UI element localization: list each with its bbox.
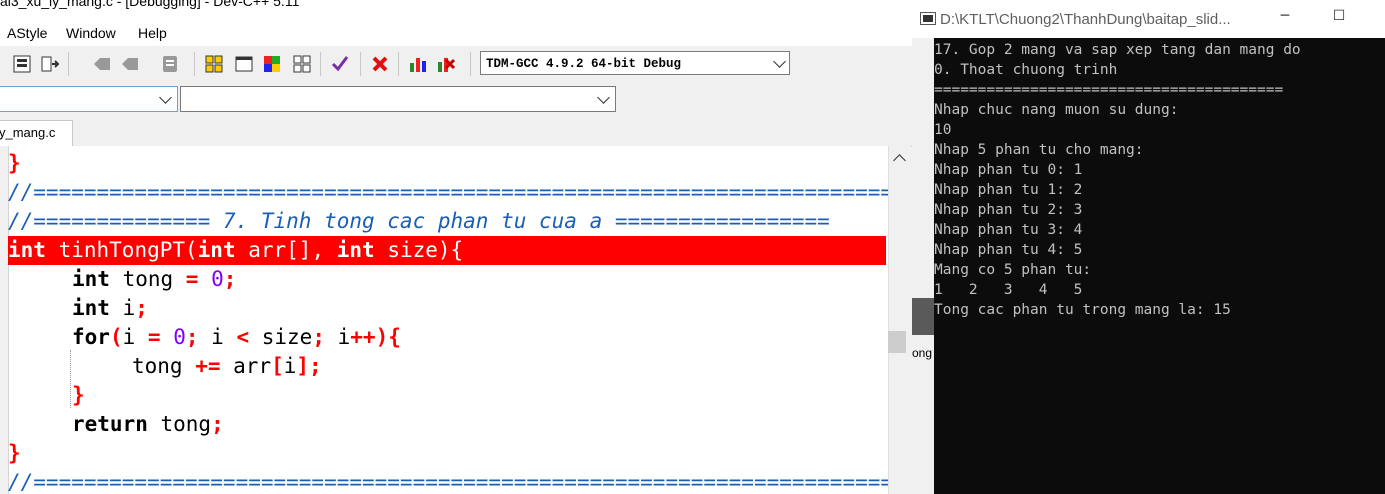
delete-profile-icon[interactable] bbox=[436, 54, 456, 74]
background-window-strip: ong bbox=[912, 38, 934, 494]
code-line: } bbox=[72, 383, 85, 407]
editor-tab-label: y_mang.c bbox=[0, 125, 56, 140]
background-text: ong bbox=[912, 346, 933, 360]
chevron-down-icon bbox=[159, 91, 172, 104]
code-line: tong += arr[i]; bbox=[132, 354, 322, 378]
chevron-up-icon[interactable] bbox=[893, 154, 906, 167]
console-line: Nhap 5 phan tu cho mang: bbox=[934, 142, 1144, 158]
console-output[interactable]: 17. Gop 2 mang va sap xep tang dan mang … bbox=[934, 38, 1385, 494]
tile-windows-icon[interactable] bbox=[204, 54, 224, 74]
toolbar-separator bbox=[194, 52, 195, 76]
function-combobox[interactable] bbox=[180, 86, 616, 112]
step-back-icon[interactable] bbox=[92, 54, 112, 74]
toolbar-separator bbox=[360, 52, 361, 76]
console-line: Nhap phan tu 2: 3 bbox=[934, 202, 1083, 218]
code-line: //============== 7. Tinh tong cac phan t… bbox=[8, 209, 830, 233]
console-line: ======================================== bbox=[934, 82, 1284, 98]
profile-chart-icon[interactable] bbox=[408, 54, 428, 74]
compiler-select-value: TDM-GCC 4.9.2 64-bit Debug bbox=[486, 57, 682, 71]
code-line: return tong; bbox=[72, 412, 224, 436]
code-line: int i; bbox=[72, 296, 148, 320]
window-icon[interactable] bbox=[234, 54, 254, 74]
main-toolbar: TDM-GCC 4.9.2 64-bit Debug bbox=[0, 46, 912, 83]
ide-window-title: ai3_xu_ly_mang.c - [Debugging] - Dev-C++… bbox=[0, 0, 300, 9]
console-window: D:\KTLT\Chuong2\ThanhDung\baitap_slid...… bbox=[912, 0, 1385, 494]
console-line: Nhap phan tu 1: 2 bbox=[934, 182, 1083, 198]
class-combobox[interactable] bbox=[0, 86, 178, 112]
console-line: Tong cac phan tu trong mang la: 15 bbox=[934, 302, 1231, 318]
toolbar-separator bbox=[68, 52, 69, 76]
colors-icon[interactable] bbox=[262, 54, 282, 74]
menu-astyle[interactable]: AStyle bbox=[7, 25, 47, 41]
code-editor[interactable]: } //====================================… bbox=[0, 146, 888, 494]
stop-icon[interactable] bbox=[370, 54, 390, 74]
ide-title-bar: ai3_xu_ly_mang.c - [Debugging] - Dev-C++… bbox=[0, 0, 912, 18]
editor-scroll-thumb[interactable] bbox=[888, 331, 906, 353]
console-window-title: D:\KTLT\Chuong2\ThanhDung\baitap_slid... bbox=[940, 11, 1231, 28]
maximize-icon[interactable]: ☐ bbox=[1324, 8, 1354, 30]
background-thumbnail bbox=[912, 298, 934, 335]
check-syntax-icon[interactable] bbox=[330, 54, 350, 74]
class-toolbar bbox=[0, 82, 912, 118]
chevron-down-icon bbox=[773, 55, 786, 68]
console-line: Nhap phan tu 3: 4 bbox=[934, 222, 1083, 238]
chevron-down-icon bbox=[597, 91, 610, 104]
compiler-select[interactable]: TDM-GCC 4.9.2 64-bit Debug bbox=[480, 51, 790, 75]
code-line: } bbox=[8, 151, 21, 175]
console-line: 17. Gop 2 mang va sap xep tang dan mang … bbox=[934, 42, 1301, 58]
minimize-icon[interactable]: ─ bbox=[1270, 8, 1300, 30]
fullscreen-icon[interactable] bbox=[40, 54, 60, 74]
menu-bar: AStyle Window Help bbox=[0, 18, 912, 46]
toggle-panel-icon[interactable] bbox=[12, 54, 32, 74]
menu-window[interactable]: Window bbox=[66, 25, 116, 41]
console-line: 10 bbox=[934, 122, 952, 138]
code-line: int tong = 0; bbox=[72, 267, 237, 291]
minimize-icon[interactable]: ─ bbox=[752, 0, 782, 6]
code-line: for(i = 0; i < size; i++){ bbox=[72, 325, 401, 349]
editor-vertical-scrollbar[interactable] bbox=[888, 146, 911, 494]
grid-icon[interactable] bbox=[292, 54, 312, 74]
close-icon[interactable]: ✕ bbox=[866, 0, 896, 6]
bookmark-icon[interactable] bbox=[160, 54, 180, 74]
toolbar-separator bbox=[398, 52, 399, 76]
console-line: 0. Thoat chuong trinh bbox=[934, 62, 1118, 78]
code-line: } bbox=[8, 441, 21, 465]
editor-tab[interactable]: y_mang.c bbox=[0, 120, 73, 146]
toolbar-separator bbox=[470, 52, 471, 76]
console-title-bar: D:\KTLT\Chuong2\ThanhDung\baitap_slid...… bbox=[912, 0, 1385, 38]
console-line: Nhap phan tu 0: 1 bbox=[934, 162, 1083, 178]
console-line: 1 2 3 4 5 bbox=[934, 282, 1083, 298]
code-line: //======================================… bbox=[8, 470, 888, 494]
step-forward-icon[interactable] bbox=[120, 54, 140, 74]
menu-help[interactable]: Help bbox=[138, 25, 167, 41]
console-line: Nhap phan tu 4: 5 bbox=[934, 242, 1083, 258]
maximize-icon[interactable]: ☐ bbox=[806, 0, 836, 6]
console-line: Nhap chuc nang muon su dung: bbox=[934, 102, 1179, 118]
console-line: Mang co 5 phan tu: bbox=[934, 262, 1092, 278]
console-app-icon bbox=[920, 12, 936, 25]
code-line: //======================================… bbox=[8, 180, 888, 204]
ide-window: ai3_xu_ly_mang.c - [Debugging] - Dev-C++… bbox=[0, 0, 912, 494]
toolbar-separator bbox=[320, 52, 321, 76]
code-line-current: int tinhTongPT(int arr[], int size){ bbox=[8, 238, 464, 262]
editor-tab-strip: y_mang.c bbox=[0, 118, 912, 147]
